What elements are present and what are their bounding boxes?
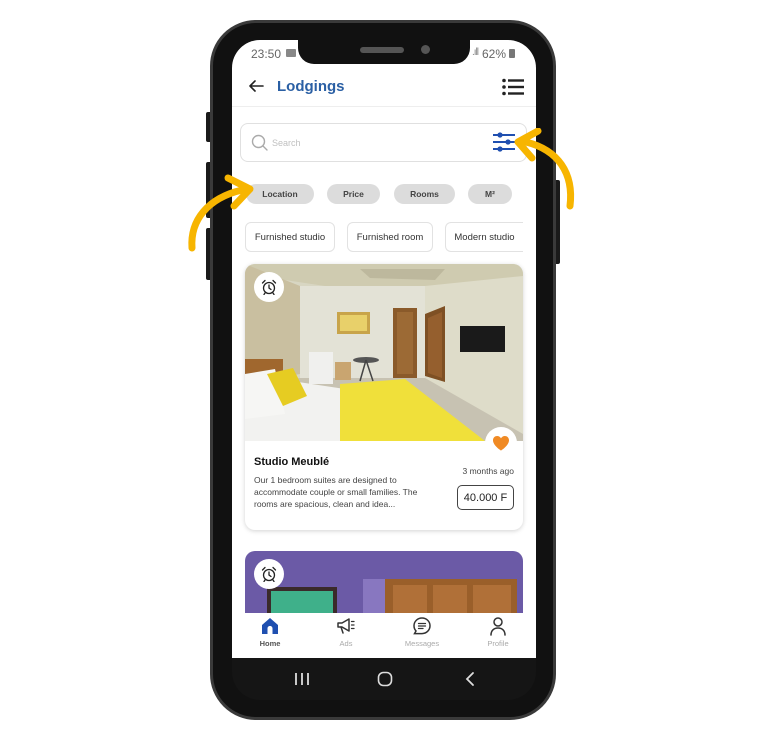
battery-icon: [509, 49, 515, 58]
listing-price: 40.000 F: [457, 485, 514, 510]
nav-label: Messages: [404, 639, 440, 648]
header-divider: [232, 106, 536, 107]
speaker: [360, 47, 404, 53]
reminder-button[interactable]: [254, 272, 284, 302]
front-camera: [421, 45, 430, 54]
home-icon: [262, 618, 278, 634]
page-title: Lodgings: [277, 78, 345, 95]
bedroom-photo: [245, 264, 523, 441]
filter-chip-rooms[interactable]: Rooms: [394, 184, 455, 204]
listing-photo: [245, 551, 523, 613]
alarm-clock-icon: [261, 279, 277, 295]
category-tag-modern-studio[interactable]: Modern studio: [445, 222, 523, 252]
signal-icon: .ıll: [472, 47, 479, 58]
search-input[interactable]: [272, 134, 472, 152]
stage: 23:50 .ıll 62% Lodgings Location Price: [0, 0, 768, 730]
listing-card[interactable]: Studio Meublé Our 1 bedroom suites are d…: [245, 264, 523, 530]
arrow-left-icon: [249, 80, 264, 92]
megaphone-icon: [337, 618, 355, 634]
user-icon: [490, 617, 506, 636]
recent-apps-icon: [295, 673, 309, 685]
category-tag-furnished-room[interactable]: Furnished room: [347, 222, 433, 252]
annotation-arrow-left: [188, 174, 254, 252]
nav-item-home[interactable]: Home: [240, 616, 300, 656]
search-icon: [251, 134, 268, 151]
battery-level: 62%: [482, 47, 507, 61]
nav-item-messages[interactable]: Messages: [392, 616, 452, 656]
nav-label: Profile: [487, 639, 509, 648]
nav-label: Home: [259, 639, 281, 648]
recent-apps-button[interactable]: [292, 670, 312, 688]
nav-item-ads[interactable]: Ads: [316, 616, 376, 656]
back-button[interactable]: [246, 76, 266, 96]
listing-card[interactable]: [245, 551, 523, 613]
chevron-left-icon: [465, 672, 474, 686]
filter-chip-area[interactable]: M²: [468, 184, 512, 204]
message-icon: [413, 617, 431, 635]
listing-description: Our 1 bedroom suites are designed to acc…: [254, 475, 418, 509]
reminder-button[interactable]: [254, 559, 284, 589]
listing-photo[interactable]: [245, 264, 523, 441]
list-menu-icon: [502, 78, 524, 96]
menu-button[interactable]: [502, 78, 524, 96]
heart-icon: [493, 436, 509, 451]
back-system-button[interactable]: [460, 670, 480, 688]
annotation-arrow-right: [514, 128, 575, 210]
home-system-button[interactable]: [375, 670, 395, 688]
favorite-button[interactable]: [485, 427, 517, 459]
listing-posted-time: 3 months ago: [462, 466, 514, 476]
gallery-notification-icon: [286, 49, 296, 57]
nav-item-profile[interactable]: Profile: [468, 616, 528, 656]
listing-title: Studio Meublé: [254, 456, 330, 468]
alarm-clock-icon: [261, 566, 277, 582]
status-time: 23:50: [251, 47, 282, 61]
nav-label: Ads: [339, 639, 353, 648]
filter-chip-price[interactable]: Price: [327, 184, 380, 204]
home-circle-icon: [377, 671, 393, 687]
